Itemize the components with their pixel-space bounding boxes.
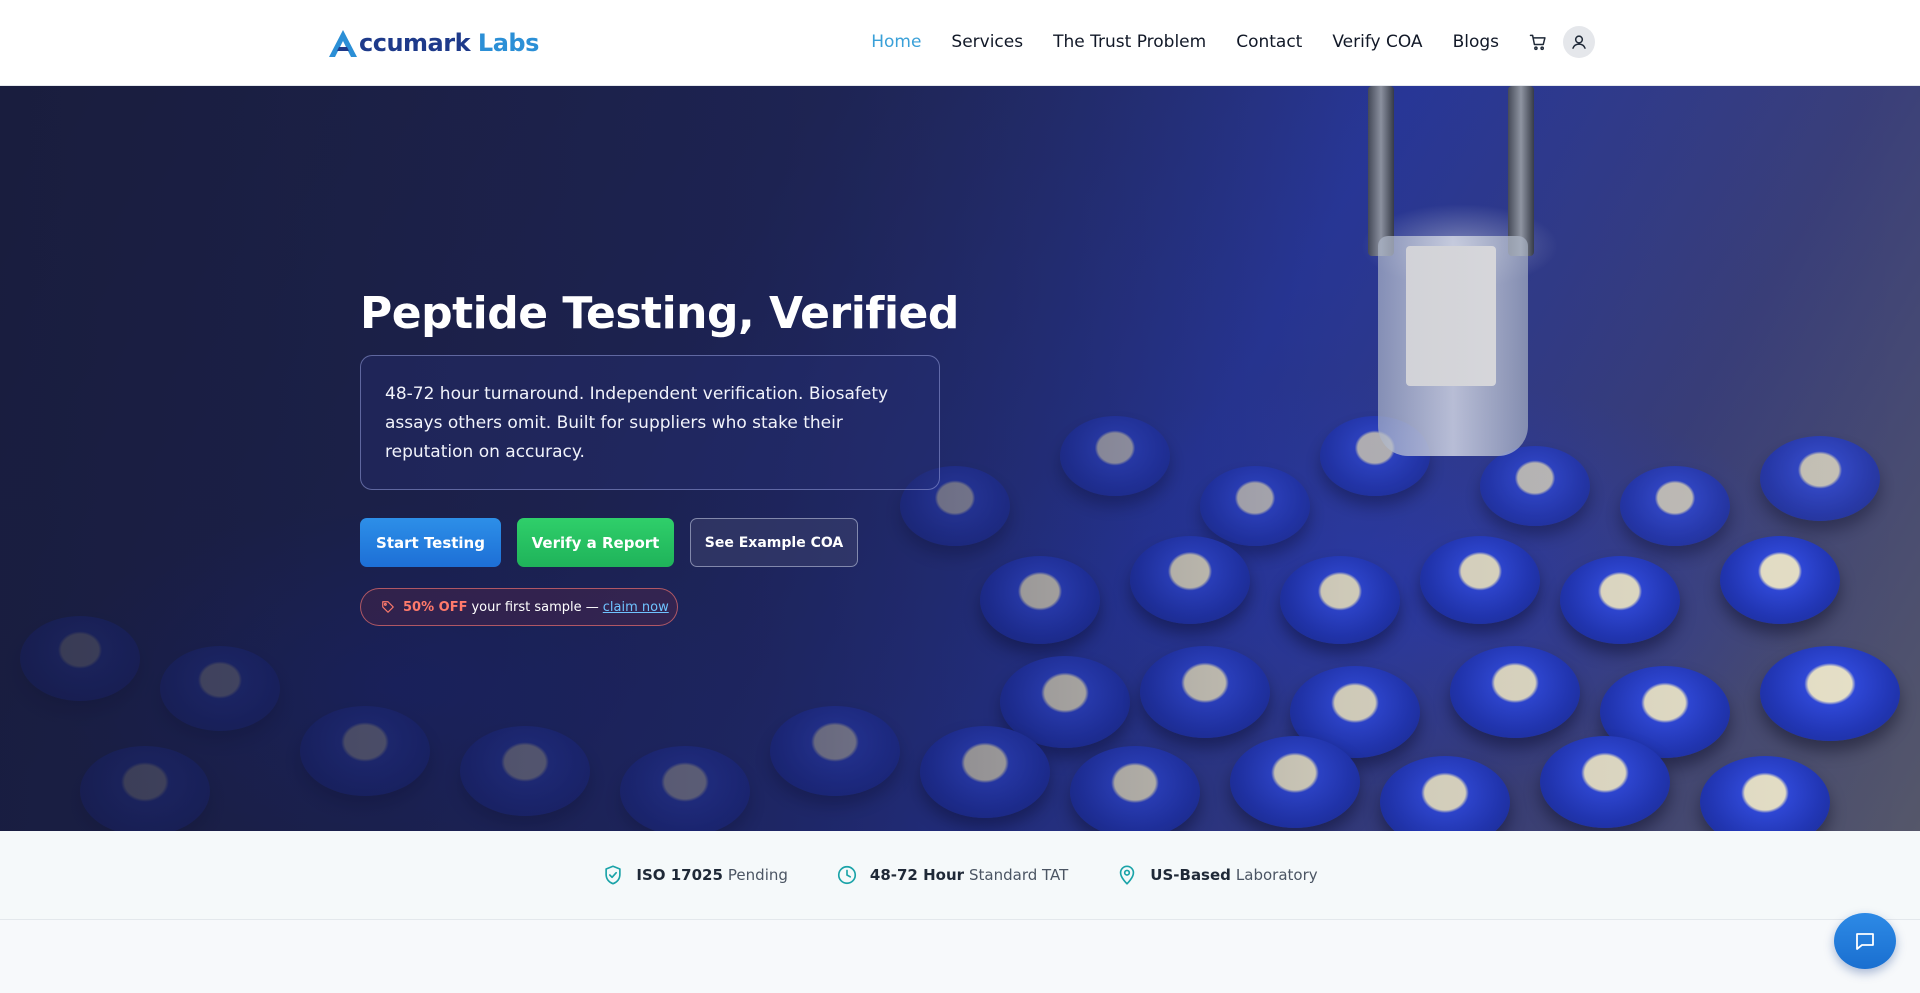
cart-icon[interactable] <box>1527 31 1549 53</box>
hero-description: 48-72 hour turnaround. Independent verif… <box>385 384 889 462</box>
main-nav: Home Services The Trust Problem Contact … <box>841 24 1595 60</box>
hero-section <box>0 86 1920 831</box>
shield-check-icon <box>605 865 622 885</box>
logo-mark-icon <box>329 30 357 57</box>
location-pin-icon <box>1120 865 1135 885</box>
accumark-logo[interactable]: ccumark Labs <box>327 26 539 60</box>
trust-item-turnaround: 48-72 Hour Standard TAT <box>836 864 1068 886</box>
hero-overlay <box>0 86 1920 831</box>
nav-contact[interactable]: Contact <box>1236 32 1302 52</box>
trust-location-light: Laboratory <box>1235 866 1318 884</box>
promo-text: your first sample — <box>471 599 599 615</box>
nav-blogs[interactable]: Blogs <box>1453 32 1499 52</box>
trust-turnaround-strong: 48-72 Hour <box>869 866 965 884</box>
price-tag-icon <box>382 601 394 613</box>
hero-description-box: 48-72 hour turnaround. Independent verif… <box>360 355 940 490</box>
nav-trust-problem[interactable]: The Trust Problem <box>1053 32 1206 52</box>
claim-now-link[interactable]: claim now <box>603 600 669 615</box>
nav-home[interactable]: Home <box>871 32 921 52</box>
clock-icon <box>837 865 856 885</box>
trust-location-strong: US-Based <box>1150 866 1231 884</box>
hero-title: Peptide Testing, Verified <box>360 288 959 339</box>
user-icon[interactable] <box>1563 26 1595 58</box>
verify-report-button[interactable]: Verify a Report <box>517 518 674 567</box>
trust-item-location: US-Based Laboratory <box>1116 864 1318 886</box>
trust-turnaround-light: Standard TAT <box>969 866 1069 884</box>
chat-button[interactable] <box>1834 913 1896 969</box>
site-header: ccumark Labs Home Services The Trust Pro… <box>0 0 1920 86</box>
logo-suffix-text: Labs <box>477 29 539 57</box>
nav-services[interactable]: Services <box>951 32 1023 52</box>
logo-main-text: ccumark <box>359 29 471 57</box>
chat-bubble-icon <box>1856 933 1874 950</box>
trust-iso-strong: ISO 17025 <box>636 866 723 884</box>
promo-banner: 50% OFF your first sample — claim now <box>360 588 678 626</box>
content-section <box>0 920 1920 993</box>
trust-item-iso: ISO 17025 Pending <box>602 864 788 886</box>
nav-verify-coa[interactable]: Verify COA <box>1332 32 1422 52</box>
see-example-coa-button[interactable]: See Example COA <box>690 518 858 567</box>
trust-bar: ISO 17025 Pending 48-72 Hour Standard TA… <box>0 831 1920 920</box>
promo-discount: 50% OFF <box>403 599 468 615</box>
start-testing-button[interactable]: Start Testing <box>360 518 501 567</box>
trust-iso-light: Pending <box>727 866 788 884</box>
